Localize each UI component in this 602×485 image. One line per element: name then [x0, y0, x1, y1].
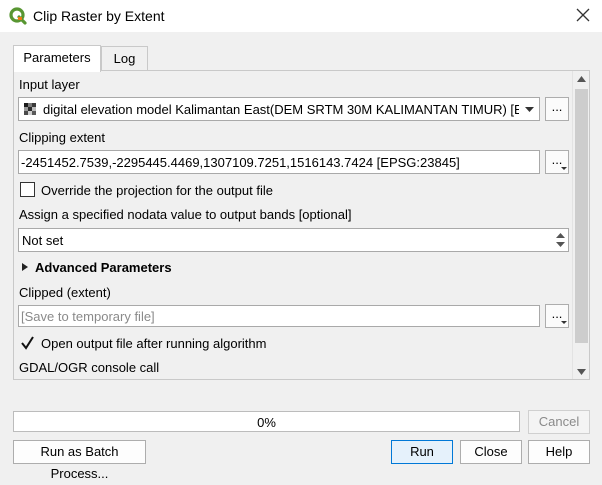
- override-projection-label: Override the projection for the output f…: [41, 183, 273, 198]
- close-icon[interactable]: [572, 6, 594, 26]
- nodata-value: Not set: [22, 233, 64, 248]
- run-button[interactable]: Run: [391, 440, 453, 464]
- progress-text: 0%: [257, 415, 276, 430]
- open-output-checkbox[interactable]: [20, 336, 35, 350]
- console-call-label: GDAL/OGR console call: [19, 360, 160, 375]
- help-button[interactable]: Help: [528, 440, 590, 464]
- input-layer-label: Input layer: [19, 77, 80, 92]
- raster-layer-icon: [24, 103, 36, 115]
- clipped-output-placeholder: [Save to temporary file]: [21, 309, 155, 324]
- tab-parameters[interactable]: Parameters: [13, 45, 101, 72]
- title-bar: Clip Raster by Extent: [0, 0, 602, 32]
- clipped-output-button-label: ...: [551, 306, 563, 321]
- console-call-textbox[interactable]: [18, 379, 569, 380]
- qgis-logo-icon: [9, 7, 27, 25]
- clipped-output-label: Clipped (extent): [19, 285, 111, 300]
- parameters-panel: Input layer digital elevation model Kali…: [13, 70, 590, 380]
- panel-scrollbar[interactable]: [572, 71, 589, 379]
- close-button[interactable]: Close: [460, 440, 522, 464]
- clipping-extent-label: Clipping extent: [19, 130, 105, 145]
- nodata-spinbox[interactable]: Not set: [18, 228, 569, 252]
- progress-bar: 0%: [13, 411, 520, 432]
- dropdown-arrow-icon: [561, 321, 567, 324]
- window-title: Clip Raster by Extent: [33, 8, 165, 24]
- chevron-down-icon: [525, 107, 534, 112]
- scroll-up-icon[interactable]: [577, 76, 586, 82]
- expand-arrow-icon[interactable]: [22, 263, 28, 271]
- advanced-parameters-toggle[interactable]: Advanced Parameters: [35, 260, 172, 275]
- tab-log-label: Log: [113, 51, 136, 66]
- clipping-extent-input[interactable]: -2451452.7539,-2295445.4469,1307109.7251…: [18, 150, 540, 174]
- cancel-button[interactable]: Cancel: [528, 410, 590, 434]
- override-projection-checkbox[interactable]: [20, 182, 35, 197]
- run-batch-button[interactable]: Run as Batch Process...: [13, 440, 146, 481]
- clipping-extent-button-label: ...: [551, 152, 563, 167]
- clipped-output-input[interactable]: [Save to temporary file]: [18, 305, 540, 327]
- clipped-output-button[interactable]: ...: [545, 304, 569, 328]
- spin-arrows-icon[interactable]: [556, 232, 565, 248]
- scroll-down-icon[interactable]: [577, 369, 586, 375]
- dropdown-arrow-icon: [561, 167, 567, 170]
- open-output-label: Open output file after running algorithm: [41, 336, 267, 351]
- nodata-label: Assign a specified nodata value to outpu…: [19, 207, 352, 222]
- input-layer-value: digital elevation model Kalimantan East(…: [43, 102, 519, 117]
- clipping-extent-value: -2451452.7539,-2295445.4469,1307109.7251…: [21, 155, 460, 170]
- tab-parameters-label: Parameters: [23, 50, 91, 65]
- input-layer-browse-button[interactable]: ...: [545, 97, 569, 121]
- tab-log[interactable]: Log: [101, 46, 148, 71]
- clipping-extent-button[interactable]: ...: [545, 150, 569, 174]
- input-layer-select[interactable]: digital elevation model Kalimantan East(…: [18, 97, 540, 121]
- scrollbar-thumb[interactable]: [575, 89, 588, 343]
